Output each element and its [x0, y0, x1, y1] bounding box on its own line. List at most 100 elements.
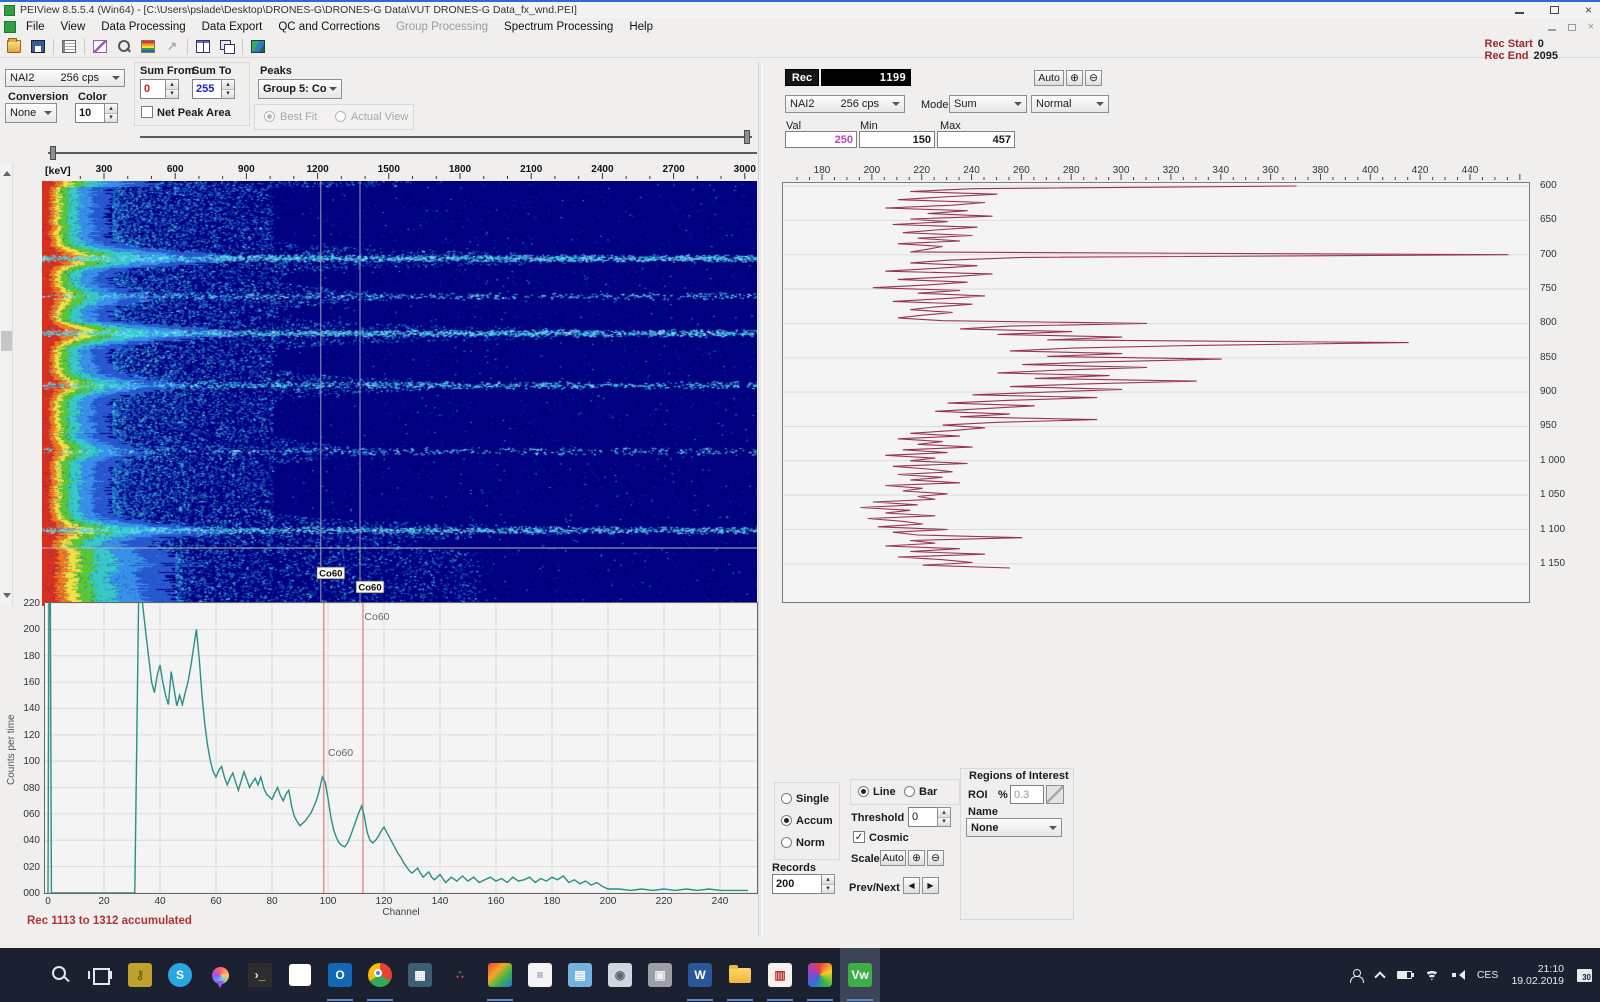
- cascade-windows-icon[interactable]: [216, 37, 238, 57]
- bar-radio[interactable]: [904, 786, 915, 797]
- language-indicator[interactable]: CES: [1477, 969, 1499, 981]
- menu-view[interactable]: View: [53, 19, 94, 35]
- task-view-icon[interactable]: [80, 948, 120, 1002]
- calculator-icon[interactable]: ▦: [400, 948, 440, 1002]
- maximize-button[interactable]: [1549, 6, 1559, 14]
- roi-width-input[interactable]: 0.3: [1010, 785, 1044, 804]
- scrollbar-thumb[interactable]: [1, 331, 12, 351]
- single-radio[interactable]: [781, 793, 792, 804]
- norm-radio[interactable]: [781, 837, 792, 848]
- scale-zoom-out-button[interactable]: ⊖: [927, 850, 944, 866]
- next-record-button[interactable]: ▶: [922, 877, 939, 894]
- menu-qc-and-corrections[interactable]: QC and Corrections: [270, 19, 388, 35]
- mode-select[interactable]: Sum: [949, 95, 1027, 113]
- gray-app-icon[interactable]: ▣: [640, 948, 680, 1002]
- wifi-icon[interactable]: [1424, 969, 1439, 981]
- menu-file[interactable]: File: [18, 19, 53, 35]
- skype-icon[interactable]: S: [160, 948, 200, 1002]
- detector-select-right[interactable]: NAI2 256 cps: [785, 95, 905, 113]
- rec-button[interactable]: Rec: [785, 69, 819, 86]
- sum-to-input[interactable]: 255: [192, 79, 222, 99]
- color-stepper[interactable]: ▴ ▾: [104, 103, 118, 123]
- zoom-tool-icon[interactable]: [113, 37, 135, 57]
- range-slider-handle[interactable]: [744, 130, 750, 144]
- image-viewer-icon[interactable]: ▤: [560, 948, 600, 1002]
- spectrogram-cursor-overlay[interactable]: Co60 Co60: [42, 181, 757, 606]
- speaker-icon[interactable]: [1451, 970, 1465, 980]
- scale-zoom-in-button[interactable]: ⊕: [908, 850, 925, 866]
- cosmic-checkbox[interactable]: ✓: [853, 831, 865, 843]
- clock[interactable]: 21:10 19.02.2019: [1511, 963, 1564, 987]
- records-input[interactable]: 200: [772, 874, 822, 894]
- chrome-icon[interactable]: [360, 948, 400, 1002]
- detector-select[interactable]: NAI2 256 cps: [5, 69, 125, 87]
- log-book-icon[interactable]: [58, 37, 80, 57]
- close-button[interactable]: ×: [1585, 4, 1592, 16]
- menu-spectrum-processing[interactable]: Spectrum Processing: [496, 19, 621, 35]
- threshold-stepper[interactable]: ▴ ▾: [937, 807, 951, 827]
- scale-auto-button[interactable]: Auto: [880, 850, 906, 866]
- command-prompt-icon[interactable]: ›_: [240, 948, 280, 1002]
- battery-icon[interactable]: [1396, 971, 1414, 979]
- auto-scale-button[interactable]: Auto: [1034, 70, 1064, 86]
- report-doc-icon[interactable]: ▥: [760, 948, 800, 1002]
- notepad-icon[interactable]: ≡: [520, 948, 560, 1002]
- conversion-select[interactable]: None: [5, 103, 57, 123]
- records-stepper[interactable]: ▴ ▾: [821, 874, 835, 894]
- zoom-in-button[interactable]: ⊕: [1066, 70, 1083, 86]
- peiview-icon[interactable]: Vw: [840, 948, 880, 1002]
- accumulated-spectrum-plot[interactable]: Co60 Co60: [45, 560, 757, 894]
- sum-from-stepper[interactable]: ▴ ▾: [165, 79, 179, 99]
- scroll-up-icon[interactable]: [3, 167, 11, 176]
- sum-from-input[interactable]: 0: [140, 79, 166, 99]
- word-icon[interactable]: W: [680, 948, 720, 1002]
- roi-name-select[interactable]: None: [966, 818, 1062, 837]
- search-icon[interactable]: [40, 948, 80, 1002]
- best-fit-radio[interactable]: [264, 111, 275, 122]
- menu-help[interactable]: Help: [621, 19, 661, 35]
- minimize-button[interactable]: [1514, 12, 1524, 14]
- threshold-input[interactable]: 0: [908, 807, 938, 827]
- chart-app-icon[interactable]: ∴: [440, 948, 480, 1002]
- sum-to-stepper[interactable]: ▴ ▾: [221, 79, 235, 99]
- color-input[interactable]: 10: [75, 103, 105, 123]
- val-history-plot[interactable]: [783, 183, 1529, 602]
- normalization-select[interactable]: Normal: [1031, 95, 1109, 113]
- position-slider-handle[interactable]: [50, 146, 56, 160]
- keys-app-icon[interactable]: ⚷: [120, 948, 160, 1002]
- net-peak-area-checkbox[interactable]: [141, 106, 153, 118]
- color-app-icon[interactable]: [800, 948, 840, 1002]
- menu-data-processing[interactable]: Data Processing: [93, 19, 193, 35]
- roi-edit-button[interactable]: [1046, 785, 1064, 804]
- menu-data-export[interactable]: Data Export: [194, 19, 271, 35]
- color-palette-icon[interactable]: [137, 37, 159, 57]
- notification-center-icon[interactable]: 30: [1577, 968, 1592, 982]
- file-explorer-icon[interactable]: [720, 948, 760, 1002]
- tray-expand-icon[interactable]: [1374, 971, 1386, 983]
- maps-pin-icon[interactable]: [200, 948, 240, 1002]
- map-image-icon[interactable]: [247, 37, 269, 57]
- open-file-icon[interactable]: [3, 37, 25, 57]
- mdi-minimize-button[interactable]: [1547, 28, 1556, 31]
- spectrogram-scrollbar[interactable]: [0, 163, 13, 606]
- split-window-icon[interactable]: [192, 37, 214, 57]
- start-button[interactable]: [0, 948, 40, 1002]
- accum-radio[interactable]: [781, 815, 792, 826]
- zoom-out-button[interactable]: ⊖: [1085, 70, 1102, 86]
- outlook-icon[interactable]: O: [320, 948, 360, 1002]
- peaks-select[interactable]: Group 5: Co: [258, 79, 342, 99]
- actual-view-radio[interactable]: [335, 111, 346, 122]
- gis-globe-icon[interactable]: ◉: [600, 948, 640, 1002]
- people-icon[interactable]: [1349, 968, 1364, 983]
- photos-icon[interactable]: [480, 948, 520, 1002]
- mdi-close-button[interactable]: ×: [1588, 21, 1594, 33]
- prev-record-button[interactable]: ◀: [903, 877, 920, 894]
- position-slider-track[interactable]: [48, 152, 757, 154]
- line-radio[interactable]: [858, 786, 869, 797]
- microsoft-store-icon[interactable]: [280, 948, 320, 1002]
- save-icon[interactable]: [27, 37, 49, 57]
- scroll-down-icon[interactable]: [3, 593, 11, 602]
- export-icon[interactable]: ↗: [161, 37, 183, 57]
- range-slider-track[interactable]: [140, 136, 752, 138]
- mdi-restore-button[interactable]: [1567, 23, 1576, 31]
